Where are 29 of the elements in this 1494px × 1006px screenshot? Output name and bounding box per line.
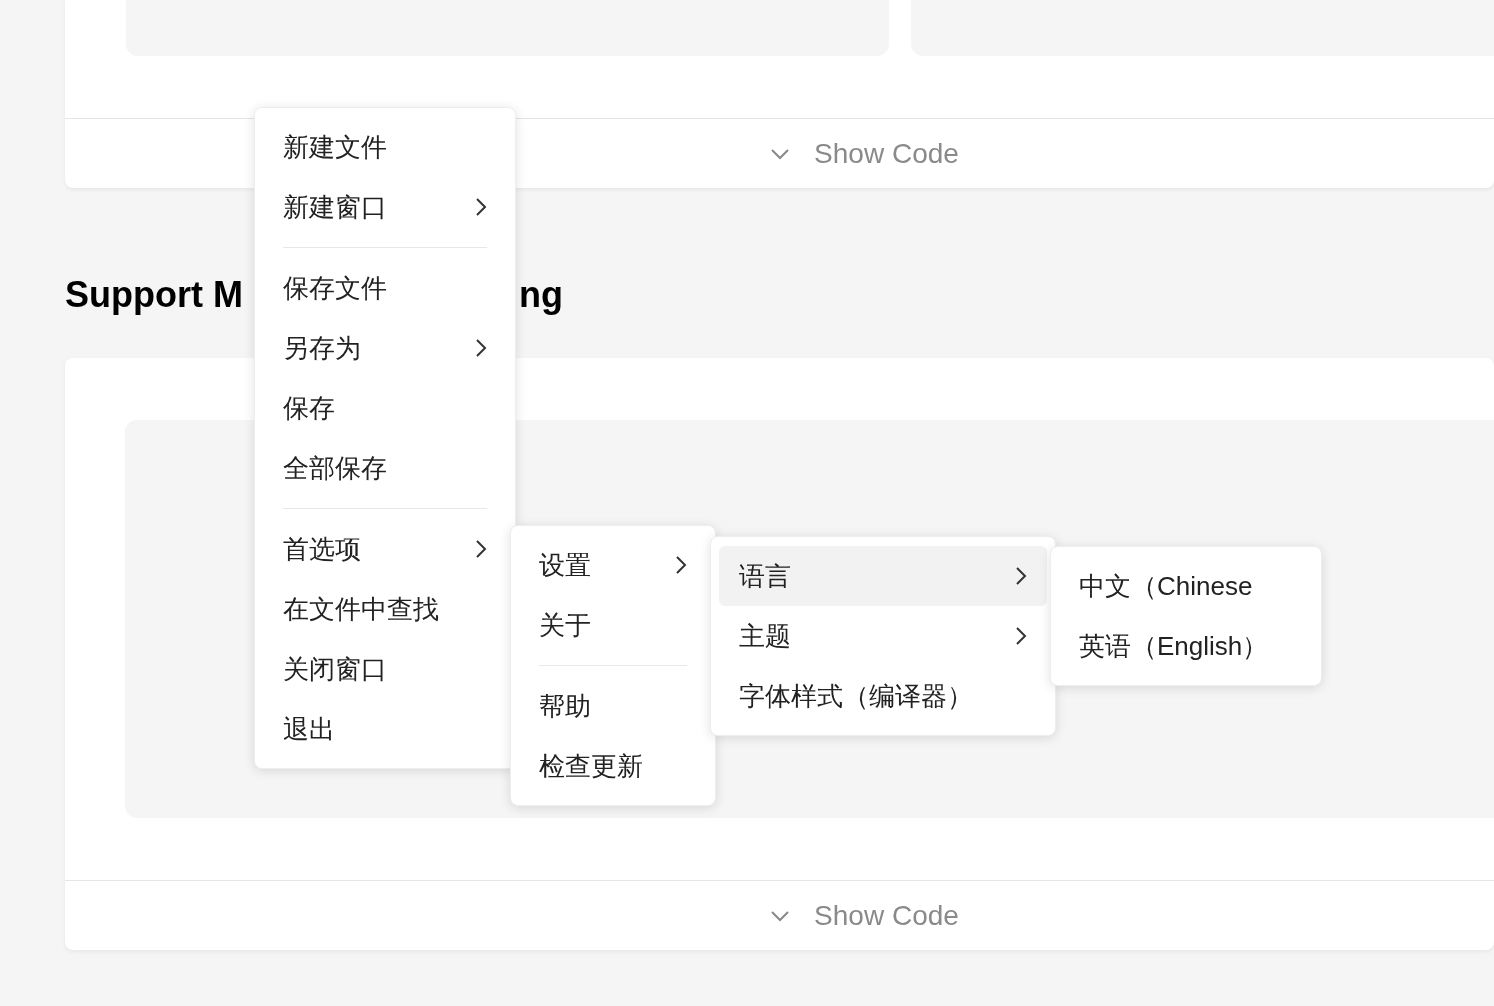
menu-item[interactable]: 保存文件 (283, 258, 487, 318)
menu-item[interactable]: 设置 (539, 535, 687, 595)
chevron-right-icon (675, 555, 687, 575)
menu-item[interactable]: 全部保存 (283, 438, 487, 498)
menu-item[interactable]: 在文件中查找 (283, 579, 487, 639)
menu-item[interactable]: 中文（Chinese (1079, 556, 1293, 616)
menu-item[interactable]: 英语（English） (1079, 616, 1293, 676)
menu-item[interactable]: 字体样式（编译器） (719, 666, 1047, 726)
menu-item[interactable]: 主题 (719, 606, 1047, 666)
menu-item[interactable]: 语言 (719, 546, 1047, 606)
chevron-down-icon (770, 147, 791, 160)
menu-item[interactable]: 检查更新 (539, 736, 687, 796)
chevron-right-icon (1015, 626, 1027, 646)
chevron-right-icon (475, 338, 487, 358)
menu-item[interactable]: 退出 (283, 699, 487, 759)
section-heading: ng (518, 273, 563, 317)
menu-item[interactable]: 保存 (283, 378, 487, 438)
chevron-right-icon (475, 197, 487, 217)
section-heading: Support M (65, 273, 243, 317)
menu-item[interactable]: 帮助 (539, 676, 687, 736)
menu-item[interactable]: 另存为 (283, 318, 487, 378)
menu-item[interactable]: 关闭窗口 (283, 639, 487, 699)
chevron-right-icon (475, 539, 487, 559)
menu-item[interactable]: 关于 (539, 595, 687, 655)
menu-item[interactable]: 首选项 (283, 519, 487, 579)
menu-item[interactable]: 新建文件 (283, 117, 487, 177)
chevron-right-icon (1015, 566, 1027, 586)
menu-item[interactable]: 新建窗口 (283, 177, 487, 237)
chevron-down-icon (770, 909, 791, 922)
